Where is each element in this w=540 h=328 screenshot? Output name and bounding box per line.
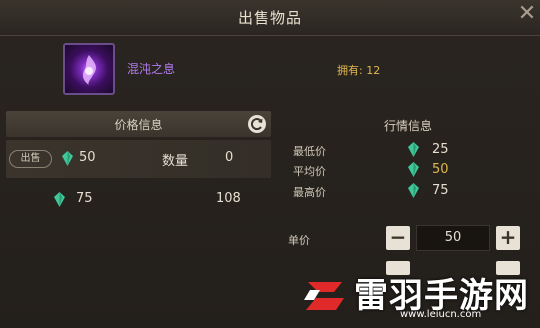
close-icon[interactable]: ✕ <box>516 3 538 25</box>
green-gem-icon <box>62 151 73 166</box>
min-price-label: 最低价 <box>293 145 326 158</box>
price-row[interactable]: 出售 50 数量 0 <box>6 140 271 178</box>
price-info-title: 价格信息 <box>114 118 163 132</box>
unit-price-label: 单价 <box>288 234 310 247</box>
watermark-logo-icon <box>304 282 344 310</box>
green-gem-icon <box>408 162 419 177</box>
price-info-header: 价格信息 <box>6 111 271 137</box>
price-row[interactable]: 75 108 <box>6 181 271 219</box>
green-gem-icon <box>408 183 419 198</box>
row-quantity: 0 <box>225 150 234 165</box>
decrease-price-button[interactable]: − <box>386 226 410 250</box>
row-price: 75 <box>76 191 93 206</box>
item-name: 混沌之息 <box>127 62 176 76</box>
title-bar: 出售物品 ✕ <box>0 0 540 36</box>
green-gem-icon <box>54 192 65 207</box>
dialog-title: 出售物品 <box>237 9 302 27</box>
green-gem-icon <box>408 142 419 157</box>
avg-price-value: 50 <box>432 162 449 177</box>
chaos-breath-item-icon <box>63 43 115 95</box>
item-row: 混沌之息 拥有: 12 <box>0 36 540 104</box>
row-quantity: 108 <box>216 191 241 206</box>
price-info-panel: 价格信息 出售 50 数量 0 75 108 <box>6 111 271 328</box>
refresh-icon[interactable] <box>247 114 267 134</box>
sell-tag: 出售 <box>9 150 52 168</box>
sell-item-dialog: 出售物品 ✕ 混沌之息 拥有: 12 价格信息 出售 50 数量 0 75 10… <box>0 0 540 328</box>
row-price: 50 <box>79 150 96 165</box>
avg-price-label: 平均价 <box>293 165 326 178</box>
watermark-url: www.leiucn.com <box>400 309 482 320</box>
site-watermark: 雷羽手游网 www.leiucn.com <box>292 262 540 328</box>
max-price-value: 75 <box>432 183 449 198</box>
increase-price-button[interactable]: + <box>496 226 520 250</box>
market-info-title: 行情信息 <box>383 119 432 133</box>
max-price-label: 最高价 <box>293 186 326 199</box>
unit-price-input[interactable]: 50 <box>416 225 490 251</box>
quantity-label: 数量 <box>162 154 189 169</box>
owned-count: 拥有: 12 <box>337 64 381 77</box>
min-price-value: 25 <box>432 142 449 157</box>
